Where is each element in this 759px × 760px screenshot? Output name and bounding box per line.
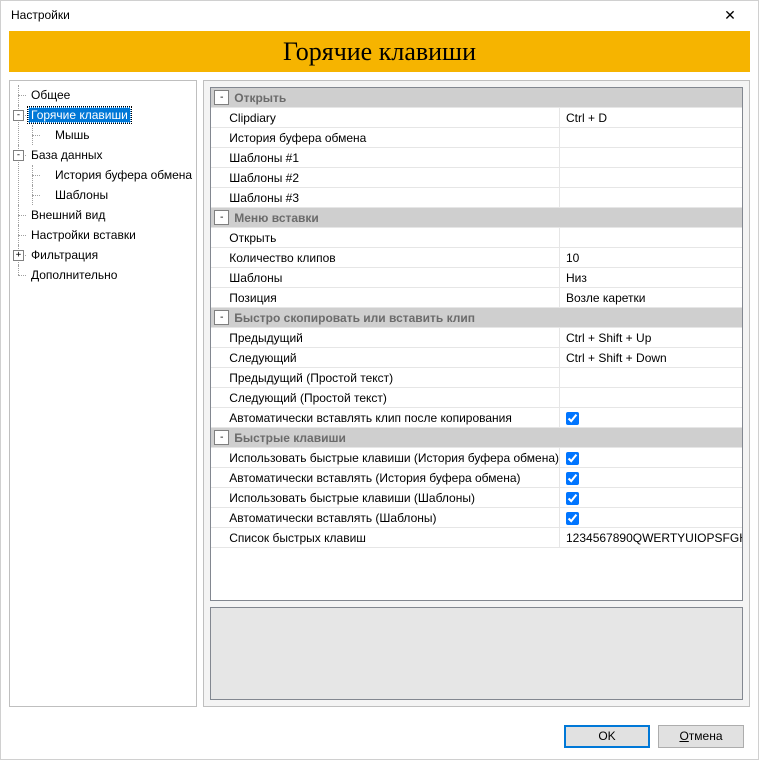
property-row[interactable]: Использовать быстрые клавиши (История бу… — [211, 448, 742, 468]
property-row[interactable]: Шаблоны #3 — [211, 188, 742, 208]
property-grid: -ОткрытьClipdiaryCtrl + DИстория буфера … — [210, 87, 743, 601]
property-row[interactable]: История буфера обмена — [211, 128, 742, 148]
property-label: Список быстрых клавиш — [211, 528, 560, 548]
property-row[interactable]: Автоматически вставлять (История буфера … — [211, 468, 742, 488]
property-label: Шаблоны #3 — [211, 188, 560, 208]
property-label: Автоматически вставлять (Шаблоны) — [211, 508, 560, 528]
group-title: Меню вставки — [232, 208, 742, 228]
property-value[interactable]: Возле каретки — [560, 288, 742, 308]
collapse-icon[interactable]: - — [214, 310, 229, 325]
property-value[interactable]: 10 — [560, 248, 742, 268]
property-grid-body[interactable]: -ОткрытьClipdiaryCtrl + DИстория буфера … — [211, 88, 742, 600]
property-row[interactable]: Использовать быстрые клавиши (Шаблоны) — [211, 488, 742, 508]
tree-item[interactable]: Фильтрация — [28, 247, 101, 263]
banner-title: Горячие клавиши — [283, 37, 476, 67]
group-header[interactable]: -Быстрые клавиши — [211, 428, 742, 448]
titlebar: Настройки ✕ — [1, 1, 758, 29]
banner: Горячие клавиши — [9, 31, 750, 72]
category-tree[interactable]: Общее-Горячие клавишиМышь-База данныхИст… — [14, 85, 196, 285]
property-label: Использовать быстрые клавиши (Шаблоны) — [211, 488, 560, 508]
property-label: Шаблоны #1 — [211, 148, 560, 168]
category-tree-panel: Общее-Горячие клавишиМышь-База данныхИст… — [9, 80, 197, 707]
collapse-icon[interactable]: - — [13, 110, 24, 121]
ok-button[interactable]: OK — [564, 725, 650, 748]
property-row[interactable]: Открыть — [211, 228, 742, 248]
tree-item[interactable]: Настройки вставки — [28, 227, 139, 243]
group-title: Быстрые клавиши — [232, 428, 742, 448]
property-value[interactable]: Ctrl + D — [560, 108, 742, 128]
property-checkbox[interactable] — [566, 452, 579, 465]
window-title: Настройки — [11, 8, 710, 22]
property-row[interactable]: ПредыдущийCtrl + Shift + Up — [211, 328, 742, 348]
property-label: Автоматически вставлять (История буфера … — [211, 468, 560, 488]
property-row[interactable]: ПозицияВозле каретки — [211, 288, 742, 308]
property-label: Clipdiary — [211, 108, 560, 128]
property-value[interactable] — [560, 488, 742, 508]
cancel-button[interactable]: Отмена — [658, 725, 744, 748]
property-value[interactable] — [560, 448, 742, 468]
dialog-footer: OK Отмена — [1, 713, 758, 759]
property-value[interactable]: Ctrl + Shift + Up — [560, 328, 742, 348]
collapse-icon[interactable]: - — [214, 210, 229, 225]
property-row[interactable]: ClipdiaryCtrl + D — [211, 108, 742, 128]
property-label: Предыдущий (Простой текст) — [211, 368, 560, 388]
property-label: Следующий (Простой текст) — [211, 388, 560, 408]
tree-item[interactable]: База данных — [28, 147, 105, 163]
tree-item[interactable]: Горячие клавиши — [28, 107, 131, 123]
main-area: Общее-Горячие клавишиМышь-База данныхИст… — [1, 74, 758, 713]
property-value[interactable] — [560, 508, 742, 528]
content-panel: -ОткрытьClipdiaryCtrl + DИстория буфера … — [203, 80, 750, 707]
group-header[interactable]: -Открыть — [211, 88, 742, 108]
group-header[interactable]: -Меню вставки — [211, 208, 742, 228]
property-checkbox[interactable] — [566, 512, 579, 525]
property-value[interactable]: 1234567890QWERTYUIOPSFGHJ — [560, 528, 742, 548]
tree-item[interactable]: Общее — [28, 87, 73, 103]
property-label: Открыть — [211, 228, 560, 248]
property-row[interactable]: Количество клипов10 — [211, 248, 742, 268]
close-button[interactable]: ✕ — [710, 2, 750, 28]
property-checkbox[interactable] — [566, 472, 579, 485]
description-panel — [210, 607, 743, 700]
tree-item[interactable]: История буфера обмена — [52, 167, 195, 183]
property-row[interactable]: Автоматически вставлять (Шаблоны) — [211, 508, 742, 528]
property-row[interactable]: Шаблоны #1 — [211, 148, 742, 168]
property-label: Позиция — [211, 288, 560, 308]
tree-item[interactable]: Мышь — [52, 127, 93, 143]
property-row[interactable]: Шаблоны #2 — [211, 168, 742, 188]
group-title: Открыть — [232, 88, 742, 108]
property-value[interactable]: Ctrl + Shift + Down — [560, 348, 742, 368]
property-label: История буфера обмена — [211, 128, 560, 148]
property-label: Автоматически вставлять клип после копир… — [211, 408, 560, 428]
tree-item[interactable]: Дополнительно — [28, 267, 120, 283]
property-row[interactable]: Предыдущий (Простой текст) — [211, 368, 742, 388]
property-row[interactable]: Автоматически вставлять клип после копир… — [211, 408, 742, 428]
tree-item[interactable]: Шаблоны — [52, 187, 111, 203]
property-value[interactable] — [560, 408, 742, 428]
property-row[interactable]: СледующийCtrl + Shift + Down — [211, 348, 742, 368]
property-label: Шаблоны #2 — [211, 168, 560, 188]
property-row[interactable]: ШаблоныНиз — [211, 268, 742, 288]
property-checkbox[interactable] — [566, 492, 579, 505]
collapse-icon[interactable]: - — [214, 430, 229, 445]
group-title: Быстро скопировать или вставить клип — [232, 308, 742, 328]
close-icon: ✕ — [724, 7, 736, 24]
property-label: Предыдущий — [211, 328, 560, 348]
property-row[interactable]: Список быстрых клавиш1234567890QWERTYUIO… — [211, 528, 742, 548]
expand-icon[interactable]: + — [13, 250, 24, 261]
property-label: Шаблоны — [211, 268, 560, 288]
property-row[interactable]: Следующий (Простой текст) — [211, 388, 742, 408]
property-label: Следующий — [211, 348, 560, 368]
property-checkbox[interactable] — [566, 412, 579, 425]
collapse-icon[interactable]: - — [13, 150, 24, 161]
collapse-icon[interactable]: - — [214, 90, 229, 105]
property-value[interactable]: Низ — [560, 268, 742, 288]
tree-item[interactable]: Внешний вид — [28, 207, 108, 223]
property-label: Использовать быстрые клавиши (История бу… — [211, 448, 560, 468]
property-label: Количество клипов — [211, 248, 560, 268]
settings-window: Настройки ✕ Горячие клавиши Общее-Горячи… — [0, 0, 759, 760]
group-header[interactable]: -Быстро скопировать или вставить клип — [211, 308, 742, 328]
property-value[interactable] — [560, 468, 742, 488]
